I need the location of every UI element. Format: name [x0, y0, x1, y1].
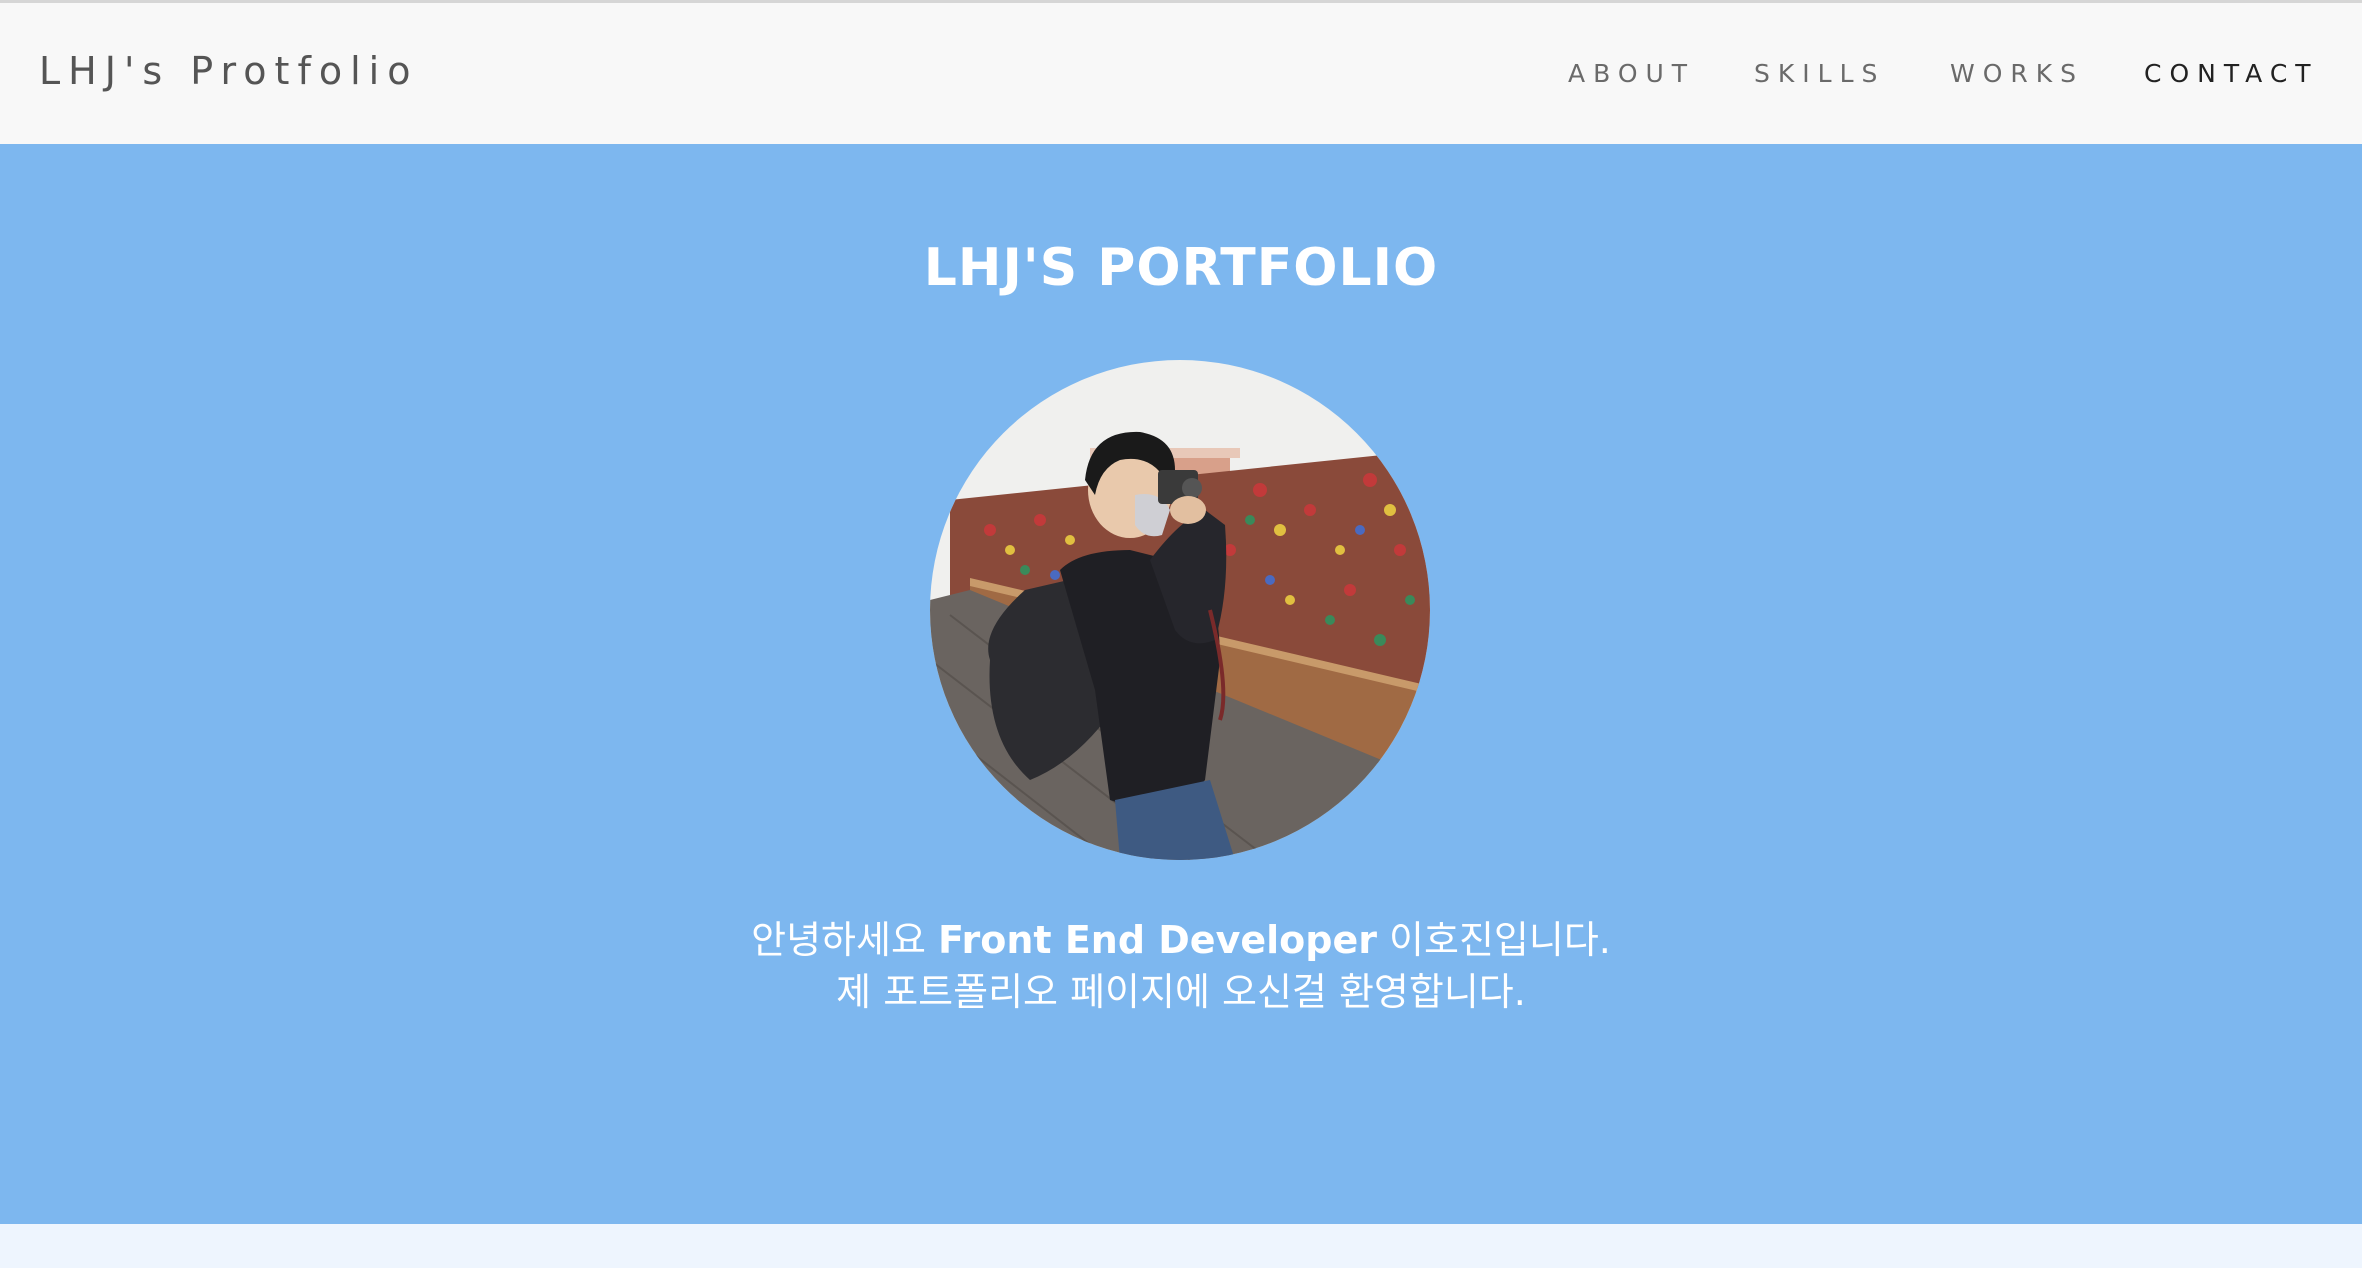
hero-section: LHJ'S PORTFOLIO 안녕하세요 Front End Develope… [0, 144, 2362, 1224]
brand-logo-link[interactable]: LHJ's Protfolio [39, 49, 418, 93]
intro-name: 이호진입니다. [1376, 918, 1611, 962]
navbar: LHJ's Protfolio ABOUT SKILLS WORKS CONTA… [0, 3, 2362, 144]
intro-line-2: 제 포트폴리오 페이지에 오신걸 환영합니다. [836, 970, 1526, 1014]
nav-item-contact[interactable]: CONTACT [2144, 59, 2319, 88]
intro-text: 안녕하세요 Front End Developer 이호진입니다. 제 포트폴리… [0, 914, 2362, 1018]
nav-item-works[interactable]: WORKS [1950, 59, 2084, 88]
profile-photo [930, 360, 1430, 860]
nav-item-about[interactable]: ABOUT [1568, 59, 1695, 88]
nav-item-skills[interactable]: SKILLS [1754, 59, 1885, 88]
intro-line-1: 안녕하세요 Front End Developer 이호진입니다. [0, 914, 2362, 966]
hero-title: LHJ'S PORTFOLIO [923, 238, 1439, 298]
next-section-edge [0, 1224, 2362, 1268]
intro-greeting: 안녕하세요 [751, 918, 938, 962]
intro-role: Front End Developer [938, 918, 1377, 962]
